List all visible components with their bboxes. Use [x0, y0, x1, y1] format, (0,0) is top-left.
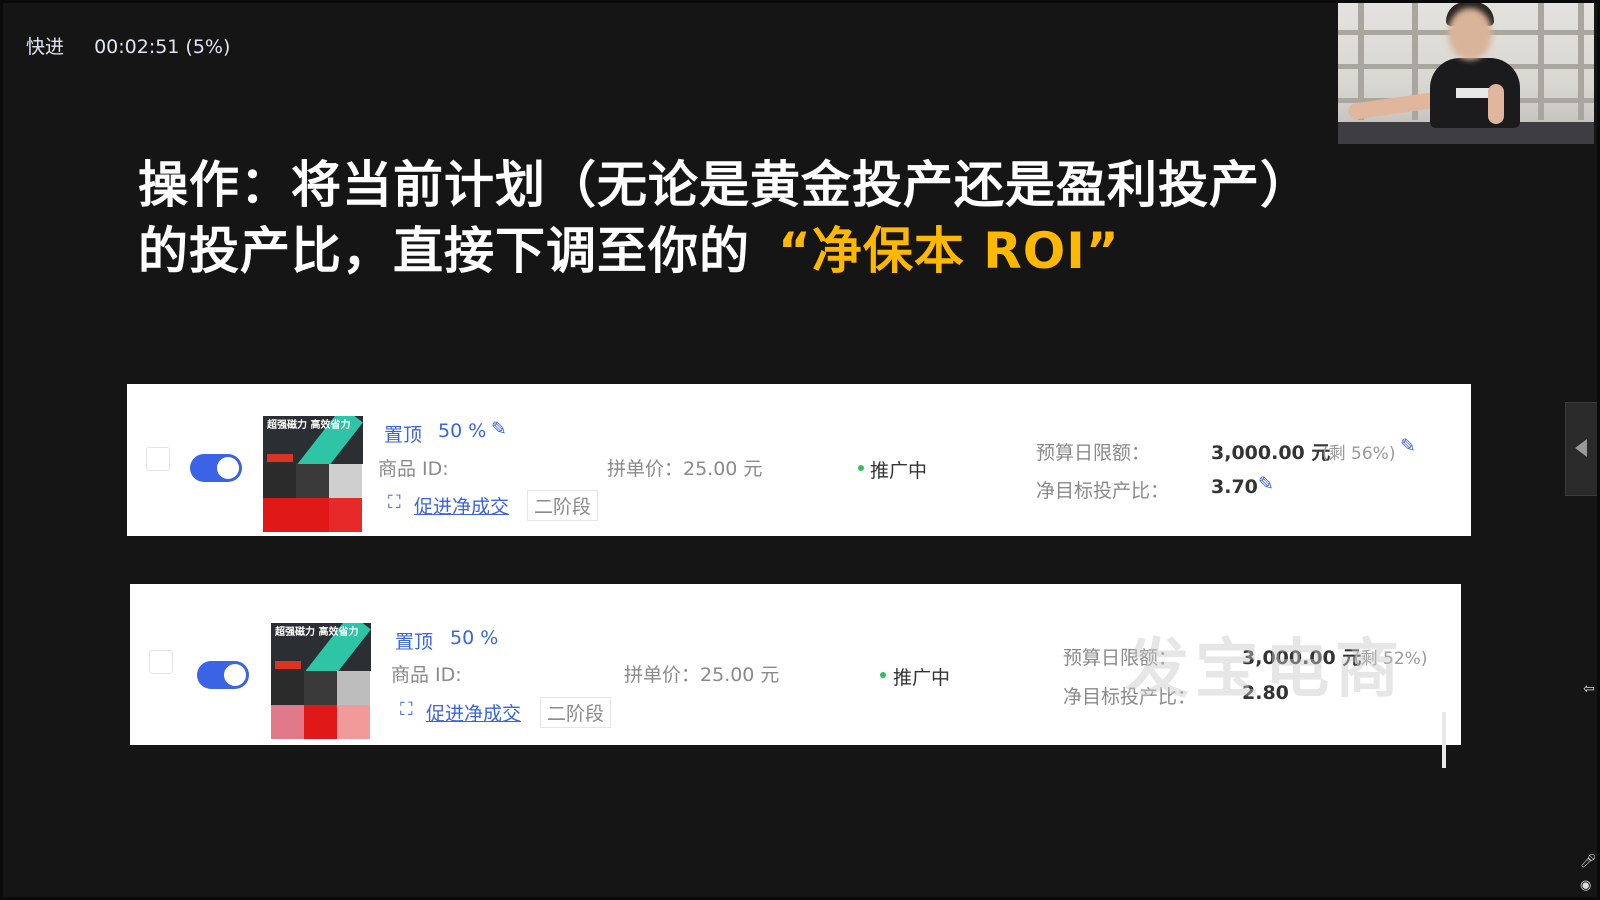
- budget-remaining: (剩 56%): [1322, 444, 1396, 464]
- row-checkbox[interactable]: [146, 447, 170, 471]
- status-text: 推广中: [893, 667, 951, 689]
- headline-line-2-text: 的投产比，直接下调至你的: [138, 222, 750, 280]
- group-price: 拼单价：25.00 元: [624, 664, 780, 686]
- pin-top-label[interactable]: 置顶: [384, 420, 422, 447]
- status-text: 推广中: [870, 460, 928, 482]
- webcam-overlay: [1338, 0, 1594, 144]
- edit-pencil-icon[interactable]: ✎: [491, 418, 507, 440]
- headline-line-2: 的投产比，直接下调至你的 “净保本 ROI”: [138, 218, 1398, 284]
- promo-icon: ⛶: [400, 699, 413, 720]
- blurred-face: [1448, 8, 1492, 60]
- product-id-label: 商品 ID:: [378, 458, 449, 480]
- thumbnail-caption: 超强磁力 高效省力: [267, 420, 351, 431]
- thumbnail-caption: 超强磁力 高效省力: [275, 627, 359, 638]
- slide-headline: 操作：将当前计划（无论是黄金投产还是盈利投产） 的投产比，直接下调至你的 “净保本…: [138, 152, 1398, 284]
- roi-edit-icon[interactable]: ✎: [1258, 473, 1274, 495]
- pin-top-label[interactable]: 置顶: [395, 627, 433, 654]
- stage-tag: 二阶段: [527, 490, 599, 521]
- watermark: 发宝电商: [1125, 633, 1405, 707]
- collapse-arrow-icon: [1575, 439, 1587, 457]
- budget-edit-icon[interactable]: ✎: [1400, 435, 1416, 457]
- scroll-indicator: [1442, 712, 1446, 768]
- player-status: 快进 00:02:51 (5%): [26, 32, 230, 59]
- status-dot: [858, 465, 864, 471]
- campaign-card-1: 超强磁力 高效省力 置顶 50 % ✎ 商品 ID: 拼单价：25.00 元 ⛶…: [127, 384, 1471, 536]
- group-price: 拼单价：25.00 元: [607, 458, 763, 480]
- status-dot: [880, 672, 886, 678]
- playback-timestamp: 00:02:51 (5%): [94, 36, 231, 58]
- playback-speed-label: 快进: [26, 36, 65, 58]
- product-id-label: 商品 ID:: [391, 664, 462, 686]
- roi-value: 3.70: [1211, 476, 1258, 498]
- headline-line-1: 操作：将当前计划（无论是黄金投产还是盈利投产）: [138, 156, 1311, 214]
- roi-label: 净目标投产比：: [1036, 480, 1170, 502]
- cursor-icon: ⇦: [1583, 681, 1595, 697]
- campaign-toggle[interactable]: [190, 454, 242, 482]
- campaign-toggle[interactable]: [197, 661, 249, 689]
- promo-link[interactable]: 促进净成交: [414, 492, 509, 519]
- promo-icon: ⛶: [388, 492, 401, 513]
- budget-value: 3,000.00 元: [1211, 442, 1331, 464]
- microphone-icon[interactable]: 🎤︎: [1580, 854, 1597, 869]
- budget-label: 预算日限额：: [1036, 442, 1151, 464]
- pin-percent: 50 %: [438, 420, 487, 442]
- promo-link[interactable]: 促进净成交: [426, 699, 521, 726]
- record-icon[interactable]: ◉: [1580, 878, 1591, 893]
- product-thumbnail: 超强磁力 高效省力: [263, 416, 363, 532]
- row-checkbox[interactable]: [149, 650, 173, 674]
- pin-percent: 50 %: [450, 627, 499, 649]
- product-thumbnail: 超强磁力 高效省力: [271, 623, 371, 739]
- side-panel-toggle[interactable]: [1565, 402, 1597, 496]
- stage-tag: 二阶段: [540, 697, 612, 728]
- headline-highlight: “净保本 ROI”: [778, 222, 1120, 280]
